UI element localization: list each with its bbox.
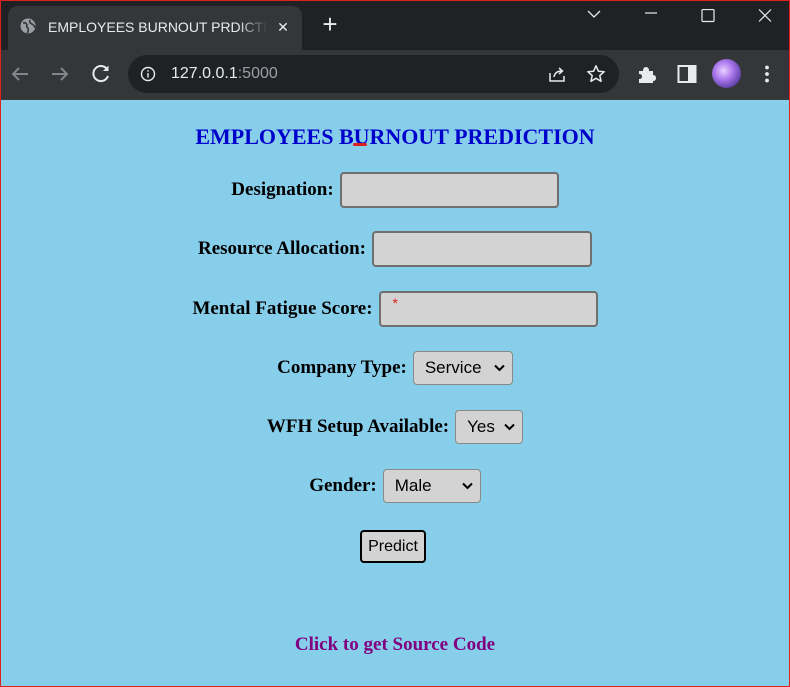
tab-title: EMPLOYEES BURNOUT PRDICTION: [48, 19, 266, 35]
chevron-down-icon[interactable]: [571, 0, 617, 32]
minimize-icon[interactable]: [628, 0, 674, 32]
window-close-icon[interactable]: [742, 0, 788, 32]
globe-favicon-icon: [20, 18, 36, 34]
predict-button[interactable]: Predict: [360, 530, 426, 563]
wfh-select[interactable]: Yes: [455, 410, 524, 444]
wfh-label: WFH Setup Available:: [266, 416, 450, 437]
gender-select[interactable]: Male: [382, 469, 481, 503]
maximize-icon[interactable]: [685, 0, 731, 32]
designation-input[interactable]: [339, 172, 559, 208]
company-type-select[interactable]: Service: [412, 351, 513, 385]
url-text[interactable]: 127.0.0.1:5000: [171, 64, 278, 84]
gender-value: Male: [394, 476, 432, 495]
source-code-link[interactable]: Click to get Source Code: [0, 634, 790, 656]
url-port: :5000: [237, 65, 278, 82]
address-bar[interactable]: 127.0.0.1:5000: [128, 55, 619, 93]
back-arrow-icon[interactable]: [8, 62, 32, 86]
forward-arrow-icon[interactable]: [48, 62, 72, 86]
wfh-row: WFH Setup Available: Yes: [0, 410, 790, 450]
page-content: EMPLOYEES BURNOUT PREDICTION Designation…: [0, 100, 790, 687]
mental-fatigue-row: Mental Fatigue Score: *: [0, 291, 790, 331]
plus-icon[interactable]: +: [316, 10, 344, 38]
share-icon[interactable]: [547, 64, 567, 84]
resource-allocation-input[interactable]: [372, 231, 592, 267]
chevron-down-icon: [494, 364, 505, 372]
company-type-label: Company Type:: [277, 357, 407, 378]
page-title: EMPLOYEES BURNOUT PREDICTION: [195, 124, 595, 149]
gender-label: Gender:: [309, 475, 377, 496]
company-type-row: Company Type: Service: [0, 351, 790, 391]
profile-avatar[interactable]: [712, 59, 741, 88]
side-panel-icon[interactable]: [676, 63, 698, 85]
wfh-value: Yes: [467, 417, 495, 436]
browser-toolbar: 127.0.0.1:5000: [0, 50, 790, 100]
designation-row: Designation:: [0, 172, 790, 212]
required-marker: *: [392, 295, 398, 311]
tab-title-fade: [238, 16, 268, 38]
gender-row: Gender: Male: [0, 469, 790, 509]
url-host: 127.0.0.1: [171, 65, 238, 82]
designation-label: Designation:: [231, 179, 334, 200]
mental-fatigue-label: Mental Fatigue Score:: [192, 298, 373, 319]
resource-allocation-row: Resource Allocation:: [0, 231, 790, 271]
company-type-value: Service: [424, 358, 482, 377]
resource-allocation-label: Resource Allocation:: [198, 238, 366, 259]
extensions-icon[interactable]: [636, 63, 658, 85]
info-icon[interactable]: [140, 66, 156, 82]
chevron-down-icon: [504, 423, 515, 431]
chevron-down-icon: [462, 482, 473, 490]
star-icon[interactable]: [586, 64, 606, 84]
kebab-menu-icon[interactable]: [756, 63, 778, 85]
mental-fatigue-input[interactable]: *: [378, 291, 598, 327]
reload-icon[interactable]: [89, 62, 113, 86]
spellcheck-underline: [353, 143, 367, 146]
tab-strip: EMPLOYEES BURNOUT PRDICTION ✕ +: [0, 0, 790, 50]
browser-tab[interactable]: EMPLOYEES BURNOUT PRDICTION ✕: [8, 6, 302, 50]
close-icon[interactable]: ✕: [272, 16, 294, 38]
